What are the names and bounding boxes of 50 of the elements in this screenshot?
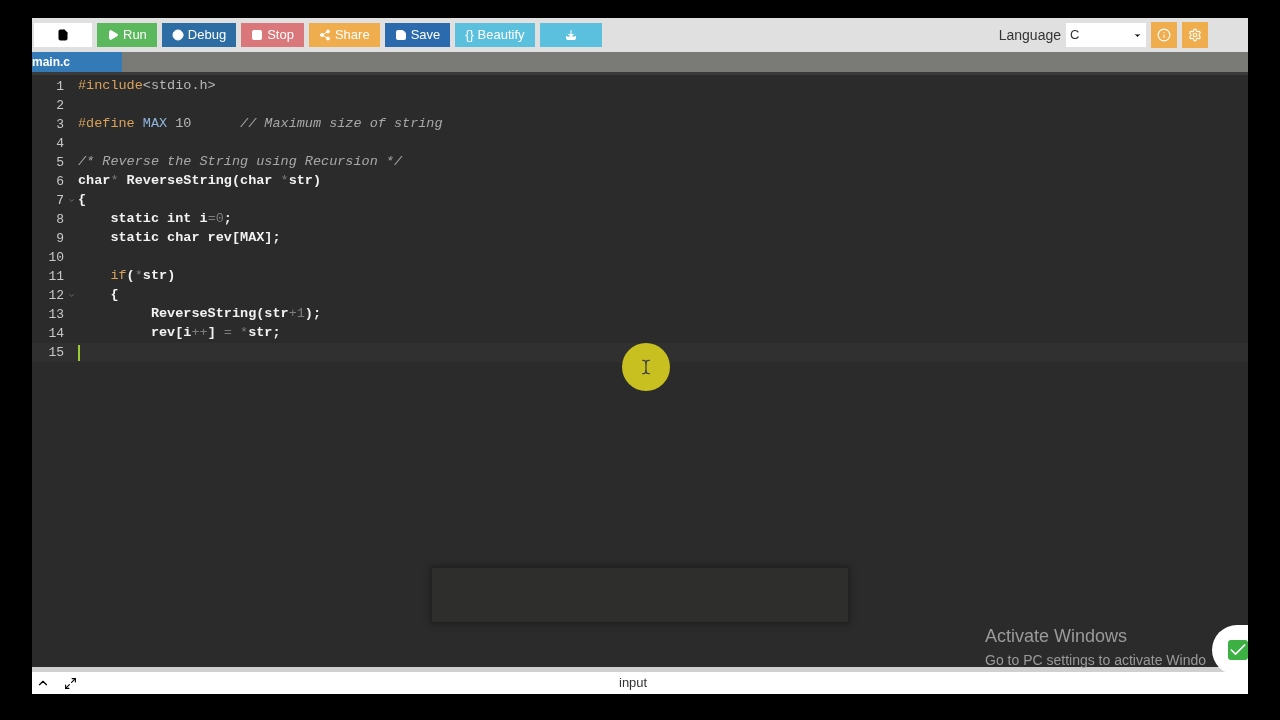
code-text: if(*str) <box>109 267 176 286</box>
code-text: static int i=0; <box>109 210 232 229</box>
code-text: rev[i++] = *str; <box>149 324 281 343</box>
code-text: { <box>109 286 119 305</box>
code-text: #define MAX 10 // Maximum size of string <box>78 115 443 134</box>
settings-icon <box>1188 28 1202 42</box>
info-button[interactable] <box>1151 22 1177 48</box>
info-icon <box>1157 28 1171 42</box>
settings-button[interactable] <box>1182 22 1208 48</box>
line-number: 13 <box>47 305 64 324</box>
download-button[interactable] <box>539 23 602 47</box>
play-icon <box>107 29 119 41</box>
mouse-highlight-icon <box>622 343 670 391</box>
code-text: /* Reverse the String using Recursion */ <box>78 153 403 172</box>
code-text: { <box>78 191 87 210</box>
line-number: 9 <box>55 229 64 248</box>
line-number: 4 <box>55 134 64 153</box>
code-text: ReverseString(str+1); <box>149 305 322 324</box>
file-tab[interactable]: main.c <box>32 52 122 72</box>
square-icon <box>251 29 264 41</box>
new-file-button[interactable] <box>34 23 92 47</box>
code-text: static char rev[MAX]; <box>109 229 281 248</box>
line-number: 1 <box>55 77 64 96</box>
line-number: 8 <box>55 210 64 229</box>
line-number: 12 <box>47 286 64 305</box>
language-label: Language <box>998 25 1061 45</box>
line-number: 15 <box>47 343 64 362</box>
share-icon <box>318 29 331 41</box>
code-text: #include<stdio.h> <box>78 77 216 96</box>
line-number: 14 <box>47 324 64 343</box>
file-icon <box>57 29 69 41</box>
activation-title: Activate Windows <box>985 625 1129 648</box>
download-icon <box>564 29 577 41</box>
save-button[interactable]: Save <box>384 23 451 47</box>
line-number: 11 <box>47 267 64 286</box>
line-number: 10 <box>47 248 64 267</box>
input-label: input <box>619 674 648 693</box>
code-text: char* ReverseString(char *str) <box>78 172 322 191</box>
line-number: 7 <box>55 191 64 210</box>
activation-text: Go to PC settings to activate Windo <box>985 651 1206 670</box>
line-number: 3 <box>55 115 64 134</box>
expand-icon[interactable] <box>64 676 77 690</box>
line-number: 5 <box>55 153 64 172</box>
line-number: 6 <box>55 172 64 191</box>
debug-button[interactable]: Debug <box>161 23 237 47</box>
text-cursor <box>78 344 80 361</box>
stop-button[interactable]: Stop <box>241 23 304 47</box>
language-select[interactable]: C <box>1066 23 1146 47</box>
line-number: 2 <box>55 96 64 115</box>
run-button[interactable]: Run <box>97 23 157 47</box>
